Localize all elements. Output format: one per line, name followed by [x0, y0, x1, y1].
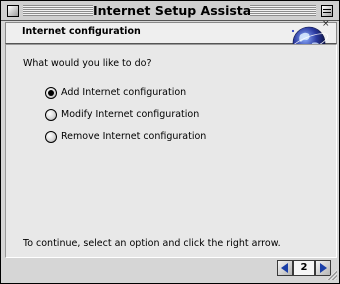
instruction-text: To continue, select an option and click … [23, 238, 281, 249]
page-title: Internet configuration [22, 26, 141, 37]
collapse-box[interactable] [321, 5, 333, 17]
title-bar[interactable]: Internet Setup Assistant [1, 1, 339, 21]
right-arrow-icon [320, 263, 327, 273]
back-button[interactable] [277, 260, 293, 276]
title-bar-stripes [23, 5, 93, 16]
option-label: Remove Internet configuration [61, 131, 207, 142]
page-number: 2 [293, 260, 315, 276]
forward-button[interactable] [315, 260, 331, 276]
radio-button-selected[interactable] [45, 87, 57, 99]
setup-assistant-window: Internet Setup Assistant Internet config… [0, 0, 340, 284]
close-box[interactable] [7, 5, 19, 17]
radio-button[interactable] [45, 131, 57, 143]
window-title: Internet Setup Assistant [93, 2, 267, 19]
close-icon[interactable]: × [322, 20, 330, 29]
content-panel [5, 44, 337, 258]
left-arrow-icon [281, 263, 288, 273]
option-label: Add Internet configuration [61, 87, 187, 98]
title-bar-stripes [250, 5, 316, 16]
radio-button[interactable] [45, 109, 57, 121]
question-label: What would you like to do? [23, 58, 152, 69]
option-label: Modify Internet configuration [61, 109, 200, 120]
